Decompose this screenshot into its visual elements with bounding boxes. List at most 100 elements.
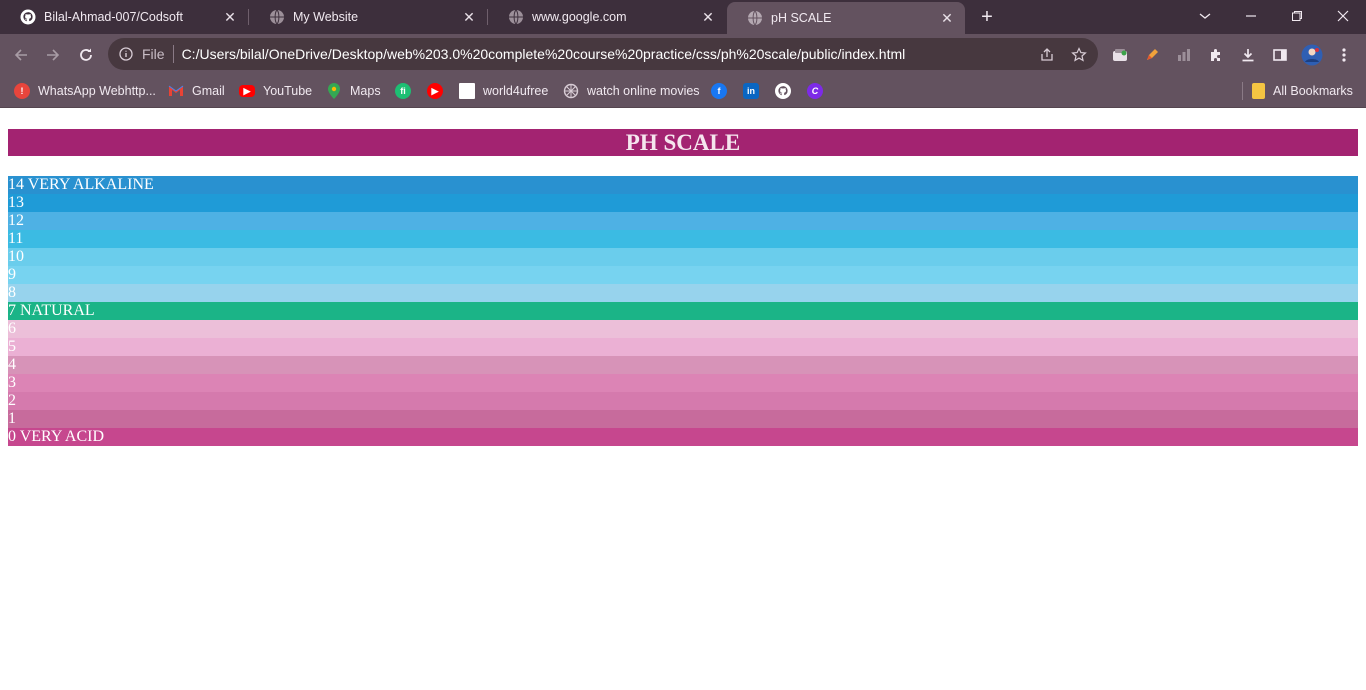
- ph-row: 7 NATURAL: [8, 302, 1358, 320]
- youtube-icon: ▶: [427, 83, 443, 99]
- bookmark-youtube-2[interactable]: ▶: [427, 82, 443, 100]
- close-icon[interactable]: ✕: [700, 9, 716, 25]
- side-panel-icon[interactable]: [1267, 42, 1293, 68]
- maps-icon: [326, 83, 342, 99]
- ph-row: 1: [8, 410, 1358, 428]
- tab-title: My Website: [293, 10, 359, 24]
- reload-icon: [80, 48, 92, 61]
- tab-title: Bilal-Ahmad-007/Codsoft: [44, 10, 183, 24]
- chevron-down-icon: [1199, 13, 1211, 19]
- tab-title: www.google.com: [532, 10, 627, 24]
- divider: [172, 45, 174, 63]
- tab-strip: Bilal-Ahmad-007/Codsoft ✕ My Website ✕ w…: [0, 0, 1366, 34]
- bookmark-gmail[interactable]: Gmail: [168, 82, 225, 100]
- close-icon[interactable]: ✕: [939, 10, 955, 26]
- back-button[interactable]: [8, 42, 34, 68]
- gmail-icon: [168, 83, 184, 99]
- ph-row: 11: [8, 230, 1358, 248]
- bookmark-label: YouTube: [263, 84, 313, 98]
- forward-button[interactable]: [40, 42, 66, 68]
- new-tab-button[interactable]: +: [975, 6, 999, 28]
- ph-row: 14 VERY ALKALINE: [8, 176, 1358, 194]
- extensions-puzzle-icon[interactable]: [1203, 42, 1229, 68]
- ph-row: 2: [8, 392, 1358, 410]
- tab-codsoft[interactable]: Bilal-Ahmad-007/Codsoft ✕: [0, 0, 248, 34]
- arrow-right-icon: [47, 49, 60, 61]
- ph-row: 10: [8, 248, 1358, 266]
- ph-row: 8: [8, 284, 1358, 302]
- page-icon: [459, 83, 475, 99]
- page-title: PH SCALE: [8, 129, 1358, 156]
- tab-my-website[interactable]: My Website ✕: [249, 0, 487, 34]
- bookmarks-divider: [1242, 82, 1243, 100]
- linkedin-icon: in: [743, 83, 759, 99]
- star-icon[interactable]: [1070, 46, 1088, 64]
- bookmark-label: Maps: [350, 84, 381, 98]
- globe-icon: [747, 10, 763, 26]
- restore-button[interactable]: [1274, 0, 1320, 32]
- url-scheme-label: File: [142, 46, 165, 62]
- share-icon[interactable]: [1038, 46, 1056, 64]
- youtube-icon: ▶: [239, 85, 255, 97]
- ph-row: 12: [8, 212, 1358, 230]
- folder-icon: [1252, 83, 1265, 99]
- facebook-icon: f: [711, 83, 727, 99]
- canva-icon: C: [807, 83, 823, 99]
- extension-stats-icon[interactable]: [1171, 42, 1197, 68]
- all-bookmarks-button[interactable]: All Bookmarks: [1252, 82, 1353, 100]
- ph-row: 13: [8, 194, 1358, 212]
- tab-google[interactable]: www.google.com ✕: [488, 0, 726, 34]
- ph-row: 5: [8, 338, 1358, 356]
- tab-title: pH SCALE: [771, 11, 832, 25]
- bookmark-label: watch online movies: [587, 84, 700, 98]
- ph-row: 6: [8, 320, 1358, 338]
- whatsapp-icon: !: [14, 83, 30, 99]
- page-content: PH SCALE 14 VERY ALKALINE 13 12 11 10 9 8 7 NAT…: [0, 109, 1366, 690]
- profile-avatar[interactable]: [1299, 42, 1325, 68]
- download-icon[interactable]: [1235, 42, 1261, 68]
- extension-tab-manager-icon[interactable]: [1107, 42, 1133, 68]
- globe-icon: [269, 9, 285, 25]
- bookmark-facebook[interactable]: f: [711, 82, 727, 100]
- bookmark-label: Gmail: [192, 84, 225, 98]
- bookmark-whatsapp[interactable]: ! WhatsApp Webhttp...: [14, 82, 156, 100]
- github-icon: [20, 9, 36, 25]
- arrow-left-icon: [14, 49, 27, 61]
- github-icon: [775, 83, 791, 99]
- all-bookmarks-label: All Bookmarks: [1273, 84, 1353, 98]
- ph-row: 4: [8, 356, 1358, 374]
- info-icon[interactable]: [118, 46, 134, 62]
- minimize-button[interactable]: [1228, 0, 1274, 32]
- bookmark-youtube[interactable]: ▶ YouTube: [239, 82, 312, 100]
- globe-icon: [508, 9, 524, 25]
- url-text[interactable]: C:/Users/bilal/OneDrive/Desktop/web%203.…: [182, 46, 906, 62]
- tab-search-button[interactable]: [1182, 0, 1228, 32]
- close-icon[interactable]: ✕: [461, 9, 477, 25]
- tab-ph-scale[interactable]: pH SCALE ✕: [727, 2, 965, 34]
- bookmark-watch-online-movies[interactable]: watch online movies: [563, 82, 700, 100]
- menu-kebab-icon[interactable]: [1331, 42, 1357, 68]
- bookmark-label: WhatsApp Webhttp...: [38, 84, 156, 98]
- fiverr-icon: fi: [395, 83, 411, 99]
- bookmark-label: world4ufree: [483, 84, 549, 98]
- ph-row: 0 VERY ACID: [8, 428, 1358, 446]
- address-bar[interactable]: File C:/Users/bilal/OneDrive/Desktop/web…: [108, 38, 1098, 70]
- bookmark-github[interactable]: [775, 82, 791, 100]
- bookmark-world4ufree[interactable]: world4ufree: [459, 82, 548, 100]
- close-icon[interactable]: ✕: [222, 9, 238, 25]
- extension-pen-icon[interactable]: [1139, 42, 1165, 68]
- bookmark-canva[interactable]: C: [807, 82, 823, 100]
- bookmark-linkedin[interactable]: in: [743, 82, 759, 100]
- ph-row: 9: [8, 266, 1358, 284]
- ph-row: 3: [8, 374, 1358, 392]
- toolbar: File C:/Users/bilal/OneDrive/Desktop/web…: [0, 34, 1366, 74]
- bookmark-fiverr[interactable]: fi: [395, 82, 411, 100]
- bookmark-maps[interactable]: Maps: [326, 82, 381, 100]
- bookmarks-bar: ! WhatsApp Webhttp... Gmail ▶ YouTube Ma…: [0, 74, 1366, 108]
- restore-icon: [1292, 11, 1302, 21]
- ph-scale-list: 14 VERY ALKALINE 13 12 11 10 9 8 7 NATURAL 6 5 4 3 2…: [8, 176, 1358, 446]
- close-icon: [1337, 10, 1349, 22]
- reload-button[interactable]: [73, 42, 99, 68]
- minimize-icon: [1246, 15, 1256, 17]
- close-window-button[interactable]: [1320, 0, 1366, 32]
